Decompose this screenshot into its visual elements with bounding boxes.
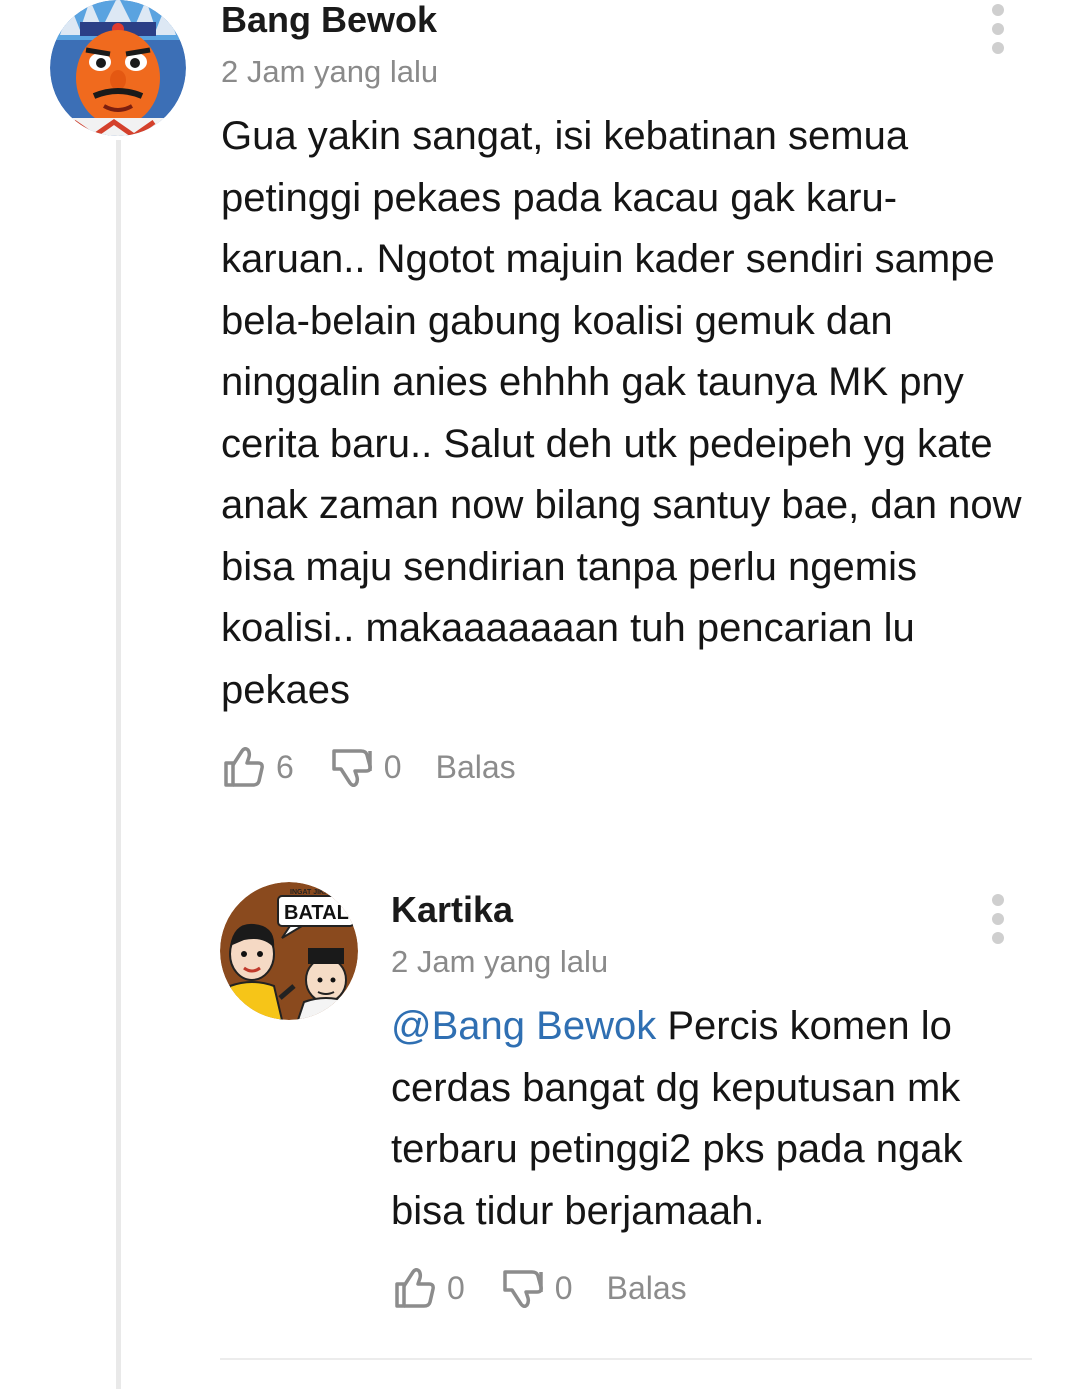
divider	[220, 1358, 1032, 1360]
reply-button[interactable]: Balas	[436, 749, 516, 786]
dislike-button[interactable]: 0	[330, 745, 402, 789]
mention-link[interactable]: @Bang Bewok	[391, 1004, 656, 1048]
dislike-button[interactable]: 0	[501, 1266, 573, 1310]
cartoon-avatar-image: INGAT JIKA BATAL	[220, 882, 358, 1020]
like-button[interactable]: 6	[222, 745, 294, 789]
more-options-icon[interactable]	[983, 4, 1013, 54]
like-count: 6	[276, 748, 294, 785]
dislike-count: 0	[554, 1269, 573, 1306]
reply-text: @Bang Bewok Percis komen lo cerdas banga…	[391, 996, 1036, 1242]
dislike-count: 0	[383, 748, 402, 785]
avatar[interactable]: INGAT JIKA BATAL	[220, 882, 358, 1020]
reply-kartika: INGAT JIKA BATAL Kartika 2 Jam yang lalu…	[0, 880, 1080, 1350]
reply-actions: 0 0 Balas	[393, 1263, 687, 1313]
more-options-icon[interactable]	[983, 894, 1013, 944]
comment-text: Gua yakin sangat, isi kebatinan semua pe…	[221, 114, 1022, 712]
avatar-word: BATAL	[284, 902, 349, 924]
avatar[interactable]	[50, 0, 186, 136]
like-count: 0	[447, 1269, 465, 1306]
thumbs-down-icon	[332, 749, 372, 788]
like-button[interactable]: 0	[393, 1266, 465, 1310]
comment-actions: 6 0 Balas	[222, 742, 516, 792]
avatar-caption: INGAT JIKA	[290, 889, 329, 896]
reply-author[interactable]: Kartika	[391, 890, 513, 930]
comment-bang-bewok: Bang Bewok 2 Jam yang lalu Gua yakin san…	[0, 0, 1080, 830]
thumbs-up-icon	[224, 746, 264, 787]
comment-author[interactable]: Bang Bewok	[221, 0, 437, 40]
comment-timestamp: 2 Jam yang lalu	[221, 54, 439, 89]
reply-button[interactable]: Balas	[607, 1270, 687, 1307]
ondel-ondel-avatar-image	[50, 0, 186, 136]
reply-timestamp: 2 Jam yang lalu	[391, 944, 609, 979]
thumbs-down-icon	[503, 1270, 543, 1309]
thumbs-up-icon	[395, 1267, 435, 1308]
